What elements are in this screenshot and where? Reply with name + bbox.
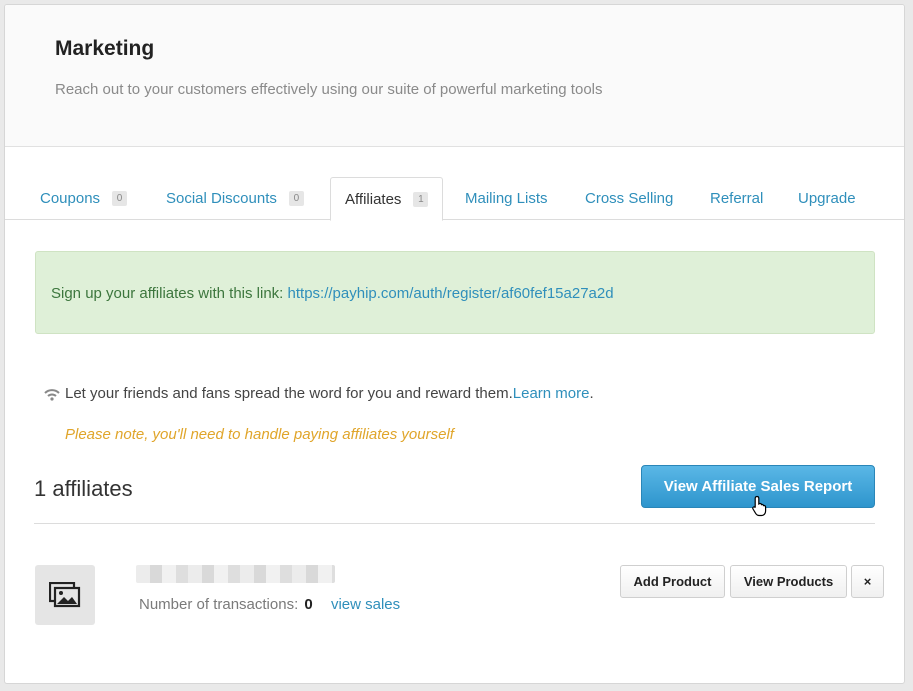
affiliate-name-redacted [136,565,335,583]
transactions-row: Number of transactions: 0 view sales [139,596,400,613]
tab-label: Coupons [40,190,101,207]
transactions-label: Number of transactions: [139,596,299,613]
hand-cursor-icon [752,495,767,517]
signup-label: Sign up your affiliates with this link: [51,285,288,302]
tab-referral[interactable]: Referral [710,177,763,220]
info-message: Let your friends and fans spread the wor… [43,385,594,402]
tab-mailing-lists[interactable]: Mailing Lists [465,177,548,220]
marketing-panel: Marketing Reach out to your customers ef… [4,4,905,684]
tab-label: Cross Selling [585,190,674,207]
add-product-button[interactable]: Add Product [620,565,725,598]
info-text: Let your friends and fans spread the wor… [65,385,513,402]
image-icon [49,582,81,608]
tab-label: Affiliates [345,190,402,208]
affiliate-count: 1 affiliates [34,476,133,501]
tab-label: Upgrade [798,190,856,207]
wifi-icon [44,388,60,401]
signup-text: Sign up your affiliates with this link: … [51,285,614,302]
learn-more-link[interactable]: Learn more [513,385,590,402]
page-title: Marketing [55,37,155,60]
view-products-button[interactable]: View Products [730,565,847,598]
signup-link-alert: Sign up your affiliates with this link: … [35,251,875,334]
info-period: . [589,385,594,402]
signup-link[interactable]: https://payhip.com/auth/register/af60fef… [288,285,614,302]
tab-label: Mailing Lists [465,190,548,207]
tab-count-badge: 1 [413,191,429,207]
tab-count-badge: 0 [288,191,304,206]
tab-coupons[interactable]: Coupons 0 [40,177,128,220]
remove-affiliate-button[interactable]: × [851,565,884,598]
tab-social-discounts[interactable]: Social Discounts 0 [166,177,304,220]
tab-label: Referral [710,190,764,207]
affiliate-avatar [35,565,95,625]
tab-upgrade[interactable]: Upgrade [798,177,856,220]
view-sales-link[interactable]: view sales [331,596,400,613]
tab-cross-selling[interactable]: Cross Selling [585,177,673,220]
payment-note: Please note, you'll need to handle payin… [65,426,454,443]
transactions-count: 0 [304,596,313,613]
tab-count-badge: 0 [112,191,128,206]
tab-bar: Coupons 0 Social Discounts 0 Affiliates … [5,177,904,221]
page-subtitle: Reach out to your customers effectively … [55,81,603,98]
page-header: Marketing Reach out to your customers ef… [5,5,904,147]
tab-label: Social Discounts [166,190,277,207]
section-divider [34,523,875,524]
tab-affiliates[interactable]: Affiliates 1 [330,177,444,221]
